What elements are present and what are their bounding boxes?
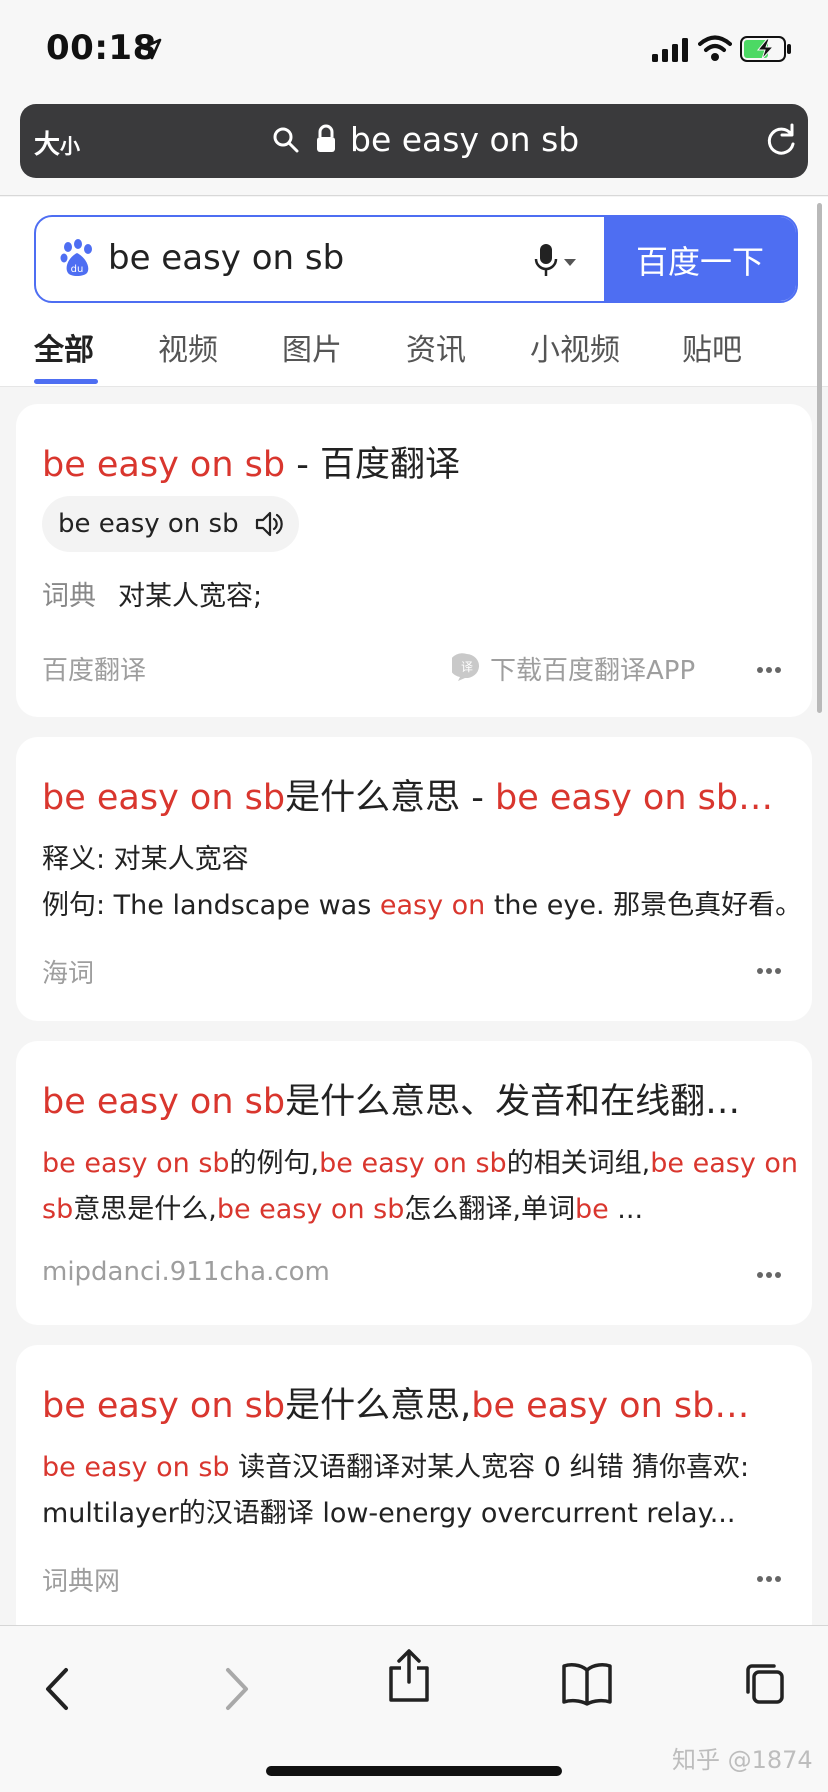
back-icon[interactable] [42,1666,72,1712]
tab-video[interactable]: 视频 [158,325,218,369]
tab-all[interactable]: 全部 [34,325,94,369]
result-source: 百度翻译 [42,656,147,686]
active-tab-indicator [34,379,98,384]
microphone-icon[interactable] [534,243,578,279]
result-snippet: 释义: 对某人宽容 例句: The landscape was easy on … [42,844,803,921]
search-tabs: 全部 视频 图片 资讯 小视频 贴吧 [0,315,828,387]
address-bar[interactable]: 大小 be easy on sb [20,104,808,178]
lock-icon [317,124,335,152]
svg-text:du: du [71,264,84,275]
result-card-911cha: be easy on sb是什么意思、发音和在线翻… be easy on sb… [16,1041,812,1325]
text-size-button[interactable]: 大小 [34,124,80,161]
result-title[interactable]: be easy on sb - 百度翻译 [42,436,460,487]
tab-images[interactable]: 图片 [282,325,342,369]
result-source: mipdanci.911cha.com [42,1257,330,1287]
result-snippet: be easy on sb的例句,be easy on sb的相关词组,be e… [42,1148,799,1225]
result-card-haici: be easy on sb是什么意思 - be easy on sb… 释义: … [16,737,812,1021]
cellular-signal-icon [652,38,688,62]
result-title[interactable]: be easy on sb是什么意思 - be easy on sb… [42,769,773,820]
tab-short-video[interactable]: 小视频 [530,325,620,369]
share-icon[interactable] [386,1648,432,1704]
scroll-indicator [817,203,822,713]
more-icon[interactable] [756,1271,782,1279]
dictionary-line: 词典 对某人宽容; [42,581,263,612]
more-icon[interactable] [756,666,782,674]
search-header: du 百度一下 全部 视频 图片 资讯 小视频 贴吧 [0,197,828,387]
baidu-paw-icon: du [60,239,92,276]
more-icon[interactable] [756,967,782,975]
result-snippet: be easy on sb 读音汉语翻译对某人宽容 0 纠错 猜你喜欢: mul… [42,1452,750,1529]
result-card-cidianwang: be easy on sb是什么意思,be easy on sb… be eas… [16,1345,812,1625]
search-box: du 百度一下 [34,215,798,303]
tab-tieba[interactable]: 贴吧 [682,325,742,369]
result-source: 海词 [42,959,95,989]
speaker-icon [255,511,283,537]
home-indicator[interactable] [266,1766,562,1776]
tab-news[interactable]: 资讯 [406,325,466,369]
svg-text:译: 译 [461,660,473,674]
status-bar: 00:18 [0,0,828,100]
page-content: du 百度一下 全部 视频 图片 资讯 小视频 贴吧 be easy on sb… [0,197,828,1625]
search-button[interactable]: 百度一下 [604,217,796,301]
wifi-icon [698,35,732,61]
battery-charging-icon [740,36,791,62]
search-input[interactable] [108,233,488,283]
reload-icon[interactable] [764,122,798,158]
browser-address-area: 大小 be easy on sb [0,100,828,196]
result-card-translate: be easy on sb - 百度翻译 be easy on sb 词典 对某人… [16,404,812,717]
result-title[interactable]: be easy on sb是什么意思、发音和在线翻… [42,1073,740,1124]
result-title[interactable]: be easy on sb是什么意思,be easy on sb… [42,1377,749,1428]
result-source: 词典网 [42,1567,121,1597]
search-icon [273,127,299,153]
forward-icon[interactable] [222,1666,252,1712]
pronunciation-button[interactable]: be easy on sb [42,496,299,552]
tabs-icon[interactable] [740,1660,786,1706]
location-arrow-icon [140,38,162,60]
more-icon[interactable] [756,1575,782,1583]
address-url-text: be easy on sb [350,120,580,159]
bookmarks-icon[interactable] [562,1662,612,1706]
translate-app-icon: 译 [452,653,479,681]
watermark: 知乎 @1874 [672,1746,813,1774]
download-app-link[interactable]: 下载百度翻译APP [490,650,695,687]
